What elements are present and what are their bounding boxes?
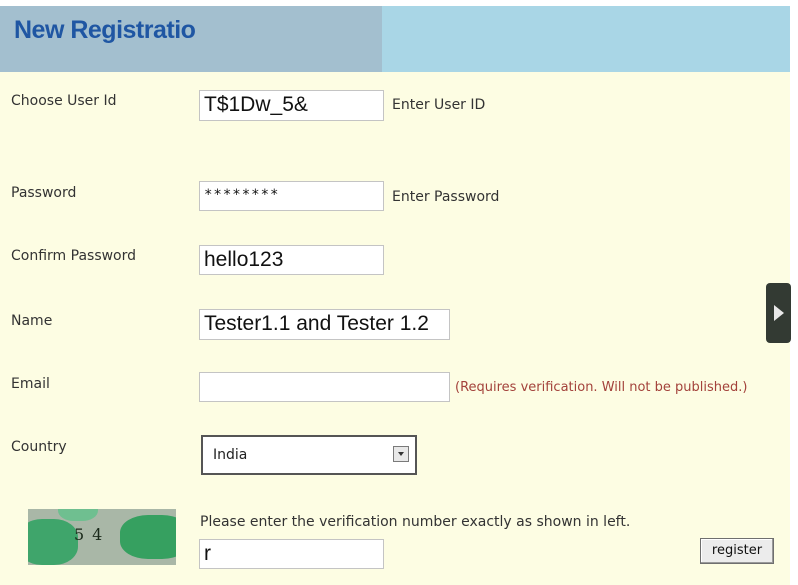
email-input[interactable] xyxy=(199,372,450,402)
country-label: Country xyxy=(11,439,67,455)
header-bar: New Registratio xyxy=(0,6,790,72)
password-hint: Enter Password xyxy=(392,189,500,205)
user-id-hint: Enter User ID xyxy=(392,97,486,113)
confirm-password-label: Confirm Password xyxy=(11,248,137,264)
user-id-input[interactable]: T$1Dw_5& xyxy=(199,90,384,121)
user-id-label: Choose User Id xyxy=(11,93,117,109)
play-icon xyxy=(774,305,784,321)
chevron-down-icon[interactable] xyxy=(393,446,409,462)
registration-panel: New Registratio Choose User Id T$1Dw_5& … xyxy=(0,6,790,585)
email-label: Email xyxy=(11,376,50,392)
country-select[interactable]: India xyxy=(201,435,417,475)
email-hint: (Requires verification. Will not be publ… xyxy=(455,380,748,395)
password-label: Password xyxy=(11,185,77,201)
country-selected-value: India xyxy=(213,447,248,463)
side-panel-toggle[interactable] xyxy=(766,283,791,343)
register-button[interactable]: register xyxy=(700,538,774,564)
password-input[interactable]: ******** xyxy=(199,181,384,211)
name-label: Name xyxy=(11,313,53,329)
captcha-text: 54 xyxy=(74,525,111,544)
confirm-password-input[interactable]: hello123 xyxy=(199,245,384,275)
verification-prompt: Please enter the verification number exa… xyxy=(200,514,631,530)
name-input[interactable]: Tester1.1 and Tester 1.2 xyxy=(199,309,450,340)
captcha-image: 54 xyxy=(28,509,176,565)
verification-input[interactable]: r xyxy=(199,539,384,569)
page-title: New Registratio xyxy=(14,16,196,44)
